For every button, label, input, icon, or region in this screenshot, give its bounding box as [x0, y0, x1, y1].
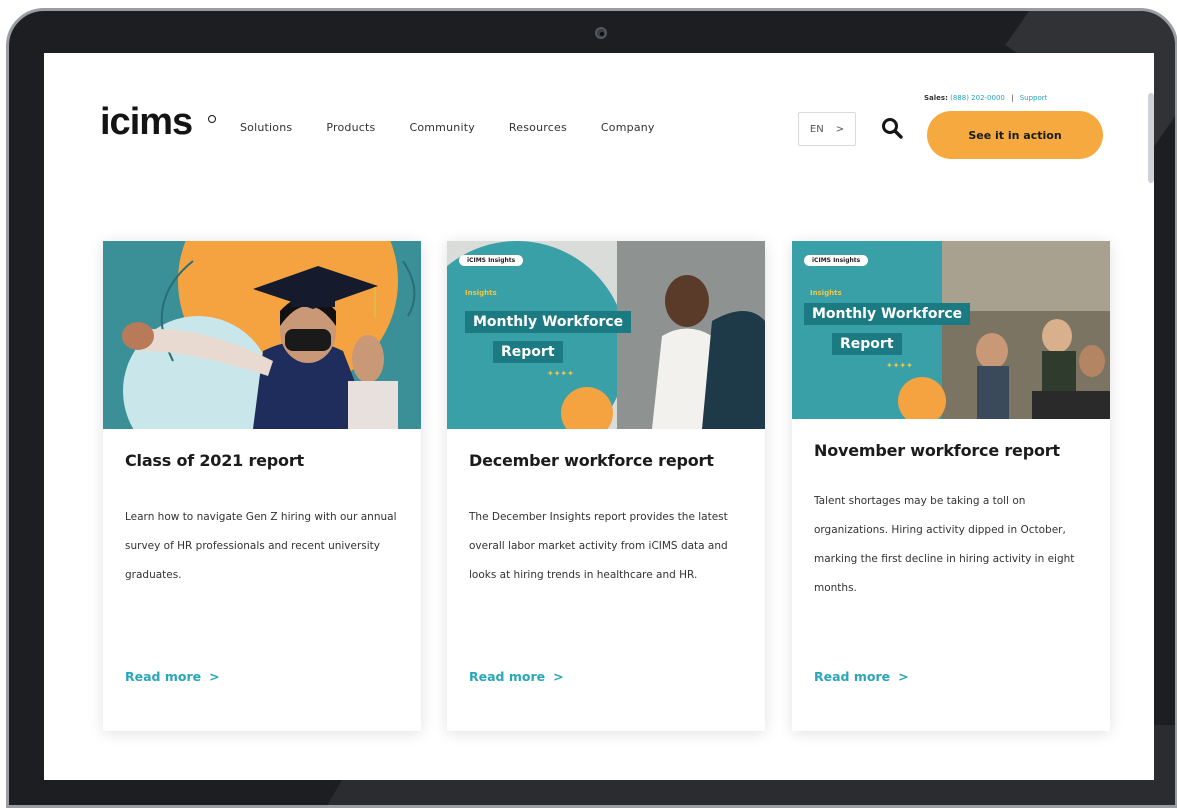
- read-more-label: Read more: [814, 669, 891, 684]
- image-headline-line1: Monthly Workforce: [465, 311, 632, 333]
- nav-item-products[interactable]: Products: [326, 121, 375, 134]
- webcam-icon: [595, 27, 607, 39]
- scrollbar[interactable]: [1148, 93, 1154, 183]
- card-description: The December Insights report provides th…: [469, 511, 728, 581]
- read-more-label: Read more: [469, 669, 546, 684]
- main-nav: Solutions Products Community Resources C…: [240, 121, 689, 134]
- card-title: Class of 2021 report: [125, 451, 304, 470]
- image-tag: iCIMS Insights: [459, 255, 524, 266]
- chevron-right-icon: >: [835, 123, 845, 135]
- card-image-workforce-report: iCIMS Insights Insights Monthly Workforc…: [447, 241, 765, 429]
- support-link[interactable]: Support: [1020, 94, 1048, 102]
- nav-item-solutions[interactable]: Solutions: [240, 121, 292, 134]
- chevron-right-icon: >: [553, 669, 564, 684]
- nav-item-community[interactable]: Community: [409, 121, 474, 134]
- image-kicker: Insights: [810, 289, 842, 297]
- image-tag: iCIMS Insights: [804, 255, 869, 266]
- separator: |: [1011, 94, 1014, 102]
- image-headline-line1: Monthly Workforce: [804, 303, 971, 325]
- language-selector[interactable]: EN >: [798, 112, 856, 146]
- search-icon: [882, 118, 903, 139]
- card-title: November workforce report: [814, 441, 1060, 460]
- stars-decoration: ✦✦✦✦: [886, 361, 913, 370]
- card-description: Talent shortages may be taking a toll on…: [814, 495, 1075, 594]
- nav-item-company[interactable]: Company: [601, 121, 655, 134]
- card-image-workforce-report: iCIMS Insights Insights Monthly Workforc…: [792, 241, 1110, 419]
- image-headline-line2: Report: [493, 341, 563, 363]
- resource-card: Class of 2021 report Learn how to naviga…: [103, 241, 421, 731]
- read-more-label: Read more: [125, 669, 202, 684]
- read-more-link[interactable]: Read more >: [469, 669, 564, 684]
- resource-card: iCIMS Insights Insights Monthly Workforc…: [792, 241, 1110, 731]
- icims-logo[interactable]: icims: [100, 103, 193, 141]
- chevron-right-icon: >: [898, 669, 909, 684]
- chevron-right-icon: >: [209, 669, 220, 684]
- sales-label: Sales:: [924, 94, 948, 102]
- card-description: Learn how to navigate Gen Z hiring with …: [125, 511, 397, 581]
- sales-phone-link[interactable]: (888) 202-0000: [950, 94, 1005, 102]
- see-it-in-action-button[interactable]: See it in action: [927, 111, 1103, 159]
- registered-mark-icon: [208, 115, 216, 123]
- browser-viewport: icims Solutions Products Community Resou…: [44, 53, 1154, 780]
- resource-card: iCIMS Insights Insights Monthly Workforc…: [447, 241, 765, 731]
- stars-decoration: ✦✦✦✦: [547, 369, 574, 378]
- image-kicker: Insights: [465, 289, 497, 297]
- sales-support-bar: Sales: (888) 202-0000 | Support: [924, 94, 1047, 102]
- card-image-graduate: [103, 241, 421, 429]
- read-more-link[interactable]: Read more >: [814, 669, 909, 684]
- language-label: EN: [809, 123, 824, 135]
- search-button[interactable]: [880, 116, 904, 140]
- nav-item-resources[interactable]: Resources: [509, 121, 567, 134]
- image-headline-line2: Report: [832, 333, 902, 355]
- laptop-frame: icims Solutions Products Community Resou…: [6, 8, 1177, 808]
- card-title: December workforce report: [469, 451, 714, 470]
- read-more-link[interactable]: Read more >: [125, 669, 220, 684]
